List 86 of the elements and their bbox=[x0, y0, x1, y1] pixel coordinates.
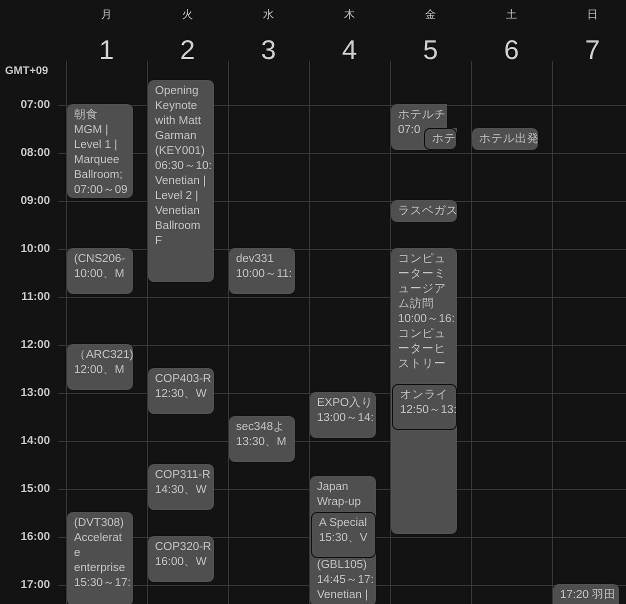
hour-label: 07:00 bbox=[20, 98, 50, 112]
event-title: EXPO入り bbox=[317, 396, 373, 411]
event-chip[interactable]: （ARC321) 12:00、M bbox=[67, 344, 133, 390]
weekday-label: 木 bbox=[344, 8, 355, 22]
date-number[interactable]: 7 bbox=[584, 34, 600, 66]
event-time: 15:30～17: bbox=[74, 576, 131, 591]
hour-label: 09:00 bbox=[20, 194, 50, 208]
event-chip[interactable]: (DVT308) Accelerate enterprise 15:30～17: bbox=[67, 512, 133, 604]
event-time: 14:45～17: bbox=[317, 573, 374, 588]
event-title: 17:20 羽田 bbox=[560, 588, 616, 603]
event-time: 10:00～16: bbox=[398, 312, 455, 327]
event-time: 12:00、M bbox=[74, 363, 124, 378]
weekday-label: 火 bbox=[182, 8, 193, 22]
event-chip[interactable]: COP403-R 12:30、W bbox=[148, 368, 214, 414]
event-time: 07:0 bbox=[398, 123, 420, 138]
hour-label: 08:00 bbox=[20, 146, 50, 160]
hour-label: 17:00 bbox=[20, 578, 50, 592]
event-time: 10:00、M bbox=[74, 267, 124, 282]
event-title: (CNS206- bbox=[74, 252, 126, 267]
date-number[interactable]: 3 bbox=[260, 34, 276, 66]
event-title: Opening Keynote with Matt Garman (KEY001) bbox=[155, 84, 206, 159]
hour-label: 11:00 bbox=[21, 290, 50, 304]
event-title: オンライ bbox=[400, 388, 448, 403]
event-time: 13:30、M bbox=[236, 435, 286, 450]
event-chip[interactable]: sec348よ 13:30、M bbox=[229, 416, 295, 462]
event-title: COP320-R bbox=[155, 540, 212, 555]
event-time: 12:30、W bbox=[155, 387, 207, 402]
event-chip[interactable]: 17:20 羽田 bbox=[553, 584, 619, 604]
event-chip[interactable]: ラスベガス bbox=[391, 200, 457, 222]
event-chip[interactable]: COP311-R 14:30、W bbox=[148, 464, 214, 510]
hour-label: 12:00 bbox=[20, 338, 50, 352]
event-chip[interactable]: A Special 15:30、V bbox=[311, 512, 376, 558]
event-chip[interactable]: (CNS206- 10:00、M bbox=[67, 248, 133, 294]
hour-label: 13:00 bbox=[20, 386, 50, 400]
event-time: 06:30～10: bbox=[155, 159, 212, 174]
event-title: (DVT308) Accelerate enterprise bbox=[74, 516, 126, 576]
event-title: （ARC321) bbox=[74, 348, 134, 363]
event-chip[interactable]: コンピューターミュージアム訪問 10:00～16: コンピューターヒストリー オンライ 12:50～13: bbox=[391, 248, 457, 534]
weekday-label: 日 bbox=[587, 8, 598, 22]
event-title: dev331 bbox=[236, 252, 274, 267]
event-title: sec348よ bbox=[236, 420, 286, 435]
event-title: COP403-R bbox=[155, 372, 212, 387]
date-number[interactable]: 1 bbox=[98, 34, 114, 66]
event-time: 10:00～11: bbox=[236, 267, 292, 282]
event-time: 16:00、W bbox=[155, 555, 207, 570]
event-chip[interactable]: Japan Wrap-up A Special 15:30、V (GBL105) 14:45～17: Venetian | bbox=[310, 476, 376, 604]
event-chip[interactable]: ホテ bbox=[424, 128, 457, 150]
weekday-label: 金 bbox=[425, 8, 436, 22]
event-chip[interactable]: オンライ 12:50～13: bbox=[392, 384, 457, 430]
weekday-label: 月 bbox=[101, 8, 112, 22]
event-title: ホテル出発 bbox=[479, 132, 539, 147]
event-title: 朝食 MGM | Level 1 | Marquee Ballroom; bbox=[74, 108, 124, 183]
event-title: コンピューターミュージアム訪問 bbox=[398, 252, 447, 312]
weekday-label: 土 bbox=[506, 8, 517, 22]
event-time: 14:30、W bbox=[155, 483, 207, 498]
event-chip[interactable]: dev331 10:00～11: bbox=[229, 248, 295, 294]
event-chip[interactable]: ホテルチ 07:0 ホテ bbox=[391, 104, 457, 150]
event-title: A Special bbox=[319, 516, 367, 531]
hour-label: 10:00 bbox=[20, 242, 50, 256]
event-title: Japan Wrap-up bbox=[317, 480, 362, 510]
event-location: コンピューターヒストリー bbox=[398, 327, 447, 372]
timezone-label: GMT+09 bbox=[5, 65, 48, 77]
hour-label: 15:00 bbox=[20, 482, 50, 496]
hour-label: 16:00 bbox=[20, 530, 50, 544]
event-chip[interactable]: Opening Keynote with Matt Garman (KEY001) 06:30～10: Venetian | Level 2 | Venetian Ballroom F bbox=[148, 80, 214, 282]
date-number[interactable]: 4 bbox=[342, 34, 358, 66]
event-title: ホテルチ bbox=[398, 108, 446, 123]
event-chip[interactable]: COP320-R 16:00、W bbox=[148, 536, 214, 582]
event-location: Venetian | Level 2 | Venetian Ballroom F bbox=[155, 174, 207, 249]
event-time: 13:00～14: bbox=[317, 411, 374, 426]
event-chip[interactable]: ホテル出発 bbox=[472, 128, 538, 150]
weekday-label: 水 bbox=[263, 8, 274, 22]
event-chip[interactable]: EXPO入り 13:00～14: bbox=[310, 392, 376, 438]
event-time: 07:00～09 bbox=[74, 183, 128, 198]
hour-label: 14:00 bbox=[20, 434, 50, 448]
event-chip[interactable]: 朝食 MGM | Level 1 | Marquee Ballroom; 07:00～09 bbox=[67, 104, 133, 198]
event-time: 12:50～13: bbox=[400, 403, 457, 418]
event-title: ホテ bbox=[432, 132, 456, 147]
date-number[interactable]: 6 bbox=[504, 34, 520, 66]
event-title: COP311-R bbox=[155, 468, 210, 483]
event-title: (GBL105) bbox=[317, 558, 367, 573]
date-number[interactable]: 2 bbox=[180, 34, 196, 66]
event-title: ラスベガス bbox=[398, 204, 458, 219]
event-time: 15:30、V bbox=[319, 531, 368, 546]
event-location: Venetian | bbox=[317, 588, 368, 603]
date-number[interactable]: 5 bbox=[422, 34, 438, 66]
